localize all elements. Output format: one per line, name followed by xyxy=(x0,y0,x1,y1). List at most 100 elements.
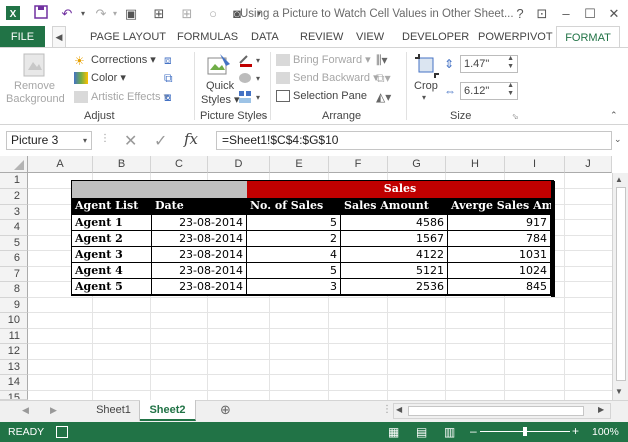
row-header-7[interactable]: 7 xyxy=(0,267,28,282)
group-objects-icon[interactable]: ⧉▾ xyxy=(376,71,391,86)
column-header-b[interactable]: B xyxy=(93,156,151,173)
formula-input[interactable]: =Sheet1!$C$4:$G$10 xyxy=(216,131,612,150)
width-spinner-icon[interactable]: ▲ ▼ xyxy=(507,82,514,98)
tab-scroll-left-icon[interactable]: ◀ xyxy=(52,26,66,48)
corrections-button[interactable]: ☀ Corrections ▾ xyxy=(74,53,156,68)
selection-pane-button[interactable]: Selection Pane xyxy=(276,90,367,103)
tab-file[interactable]: FILE xyxy=(0,26,45,48)
name-box-dropdown-icon[interactable]: ▾ xyxy=(83,132,87,149)
width-input[interactable]: 6.12" ▲ ▼ xyxy=(460,82,518,100)
tab-review[interactable]: REVIEW xyxy=(300,26,343,48)
expand-formula-bar-icon[interactable]: ⌄ xyxy=(614,134,622,145)
send-backward-button[interactable]: Send Backward ▾ xyxy=(276,71,379,85)
linked-picture[interactable]: Sales Agent List Date No. of Sales Sales… xyxy=(71,180,555,297)
sheet-scroll-left-icon[interactable]: ◀ xyxy=(22,405,29,416)
scroll-up-icon[interactable]: ▲ xyxy=(615,175,623,184)
collapse-ribbon-icon[interactable]: ⌃ xyxy=(610,110,618,121)
size-launcher-icon[interactable]: ⬂ xyxy=(512,112,519,121)
new-sheet-icon[interactable]: ⊕ xyxy=(220,402,231,418)
rotate-icon[interactable]: ◭▾ xyxy=(376,90,391,104)
normal-view-icon[interactable]: ▦ xyxy=(388,425,399,439)
help-button[interactable]: ? xyxy=(508,4,532,24)
scroll-left-icon[interactable]: ◀ xyxy=(396,405,402,414)
quick-styles-label-1[interactable]: Quick xyxy=(206,80,234,92)
select-all-corner[interactable] xyxy=(0,156,28,173)
artistic-effects-button[interactable]: Artistic Effects ▾ xyxy=(74,90,169,104)
height-input[interactable]: 1.47" ▲ ▼ xyxy=(460,55,518,73)
minimize-button[interactable]: – xyxy=(554,4,578,24)
circle-icon[interactable]: ○ xyxy=(204,5,222,23)
row-header-5[interactable]: 5 xyxy=(0,236,28,251)
vertical-scrollbar[interactable]: ▲ ▼ xyxy=(612,173,628,400)
align-icon[interactable]: ⫼▾ xyxy=(376,53,388,68)
insert-function-icon[interactable]: fx xyxy=(184,130,198,148)
compress-pictures-icon[interactable]: ⧈ xyxy=(164,53,172,68)
tab-data[interactable]: DATA xyxy=(251,26,279,48)
tab-view[interactable]: VIEW xyxy=(356,26,384,48)
ribbon-display-icon[interactable]: ⊡ xyxy=(530,4,554,24)
cancel-icon[interactable]: ✕ xyxy=(124,131,137,151)
picture-layout-icon[interactable]: ▾ xyxy=(238,90,260,107)
picture-border-icon[interactable]: ▾ xyxy=(238,53,260,70)
column-header-j[interactable]: J xyxy=(565,156,612,173)
remove-background-label-1[interactable]: Remove xyxy=(14,80,55,92)
sheet-split-icon[interactable]: ⋮ xyxy=(382,404,392,415)
remove-background-label-2[interactable]: Background xyxy=(6,93,65,105)
bring-forward-button[interactable]: Bring Forward ▾ xyxy=(276,53,371,67)
quick-styles-icon[interactable] xyxy=(206,52,232,81)
color-button[interactable]: Color ▾ xyxy=(74,71,126,85)
zoom-slider-thumb[interactable] xyxy=(523,427,527,436)
page-break-view-icon[interactable]: ▥ xyxy=(444,425,455,439)
row-header-8[interactable]: 8 xyxy=(0,282,28,298)
save-icon[interactable] xyxy=(32,5,50,23)
crop-dropdown-icon[interactable]: ▾ xyxy=(422,93,426,102)
row-header-9[interactable]: 9 xyxy=(0,298,28,313)
row-header-2[interactable]: 2 xyxy=(0,189,28,205)
zoom-out-button[interactable]: – xyxy=(470,424,477,438)
quick-styles-label-2[interactable]: Styles ▾ xyxy=(201,93,240,106)
page-layout-view-icon[interactable]: ▤ xyxy=(416,425,427,439)
close-button[interactable]: ✕ xyxy=(602,4,626,24)
row-header-6[interactable]: 6 xyxy=(0,251,28,267)
column-header-e[interactable]: E xyxy=(270,156,329,173)
row-header-15[interactable]: 15 xyxy=(0,391,28,400)
name-box[interactable]: Picture 3 ▾ xyxy=(6,131,92,150)
column-header-a[interactable]: A xyxy=(28,156,93,173)
row-header-1[interactable]: 1 xyxy=(0,173,28,189)
row-header-10[interactable]: 10 xyxy=(0,313,28,329)
row-header-4[interactable]: 4 xyxy=(0,220,28,236)
change-picture-icon[interactable]: ⧉ xyxy=(164,71,173,86)
crop-label[interactable]: Crop xyxy=(414,80,438,92)
row-header-11[interactable]: 11 xyxy=(0,329,28,344)
vertical-scroll-thumb[interactable] xyxy=(616,187,626,381)
enter-icon[interactable]: ✓ xyxy=(154,131,167,151)
sheet-scroll-right-icon[interactable]: ▶ xyxy=(50,405,57,416)
reset-picture-icon[interactable]: ⧇ xyxy=(164,90,172,105)
height-spinner-icon[interactable]: ▲ ▼ xyxy=(507,55,514,71)
scroll-down-icon[interactable]: ▼ xyxy=(615,387,623,396)
zoom-in-button[interactable]: + xyxy=(572,424,579,438)
row-header-12[interactable]: 12 xyxy=(0,344,28,360)
sheet-tab-sheet2[interactable]: Sheet2 xyxy=(140,400,196,421)
tab-formulas[interactable]: FORMULAS xyxy=(177,26,238,48)
sheet-tab-sheet1[interactable]: Sheet1 xyxy=(88,401,140,421)
column-header-f[interactable]: F xyxy=(329,156,388,173)
undo-dropdown-icon[interactable]: ▾ xyxy=(74,5,92,23)
column-header-g[interactable]: G xyxy=(388,156,446,173)
crop-icon[interactable] xyxy=(414,53,440,82)
row-header-14[interactable]: 14 xyxy=(0,375,28,391)
column-header-i[interactable]: I xyxy=(505,156,565,173)
column-header-c[interactable]: C xyxy=(151,156,208,173)
scroll-right-icon[interactable]: ▶ xyxy=(598,405,604,414)
picture-styles-launcher-icon[interactable]: ⬂ xyxy=(260,112,267,121)
picture-effects-icon[interactable]: ▾ xyxy=(238,71,260,88)
tab-page-layout[interactable]: PAGE LAYOUT xyxy=(90,26,166,48)
tab-format[interactable]: FORMAT xyxy=(556,26,620,48)
row-header-3[interactable]: 3 xyxy=(0,205,28,220)
column-header-d[interactable]: D xyxy=(208,156,270,173)
horizontal-scroll-thumb[interactable] xyxy=(408,406,584,416)
tab-powerpivot[interactable]: POWERPIVOT xyxy=(478,26,553,48)
restore-button[interactable]: ☐ xyxy=(578,4,602,24)
tab-developer[interactable]: DEVELOPER xyxy=(402,26,469,48)
row-header-13[interactable]: 13 xyxy=(0,360,28,375)
